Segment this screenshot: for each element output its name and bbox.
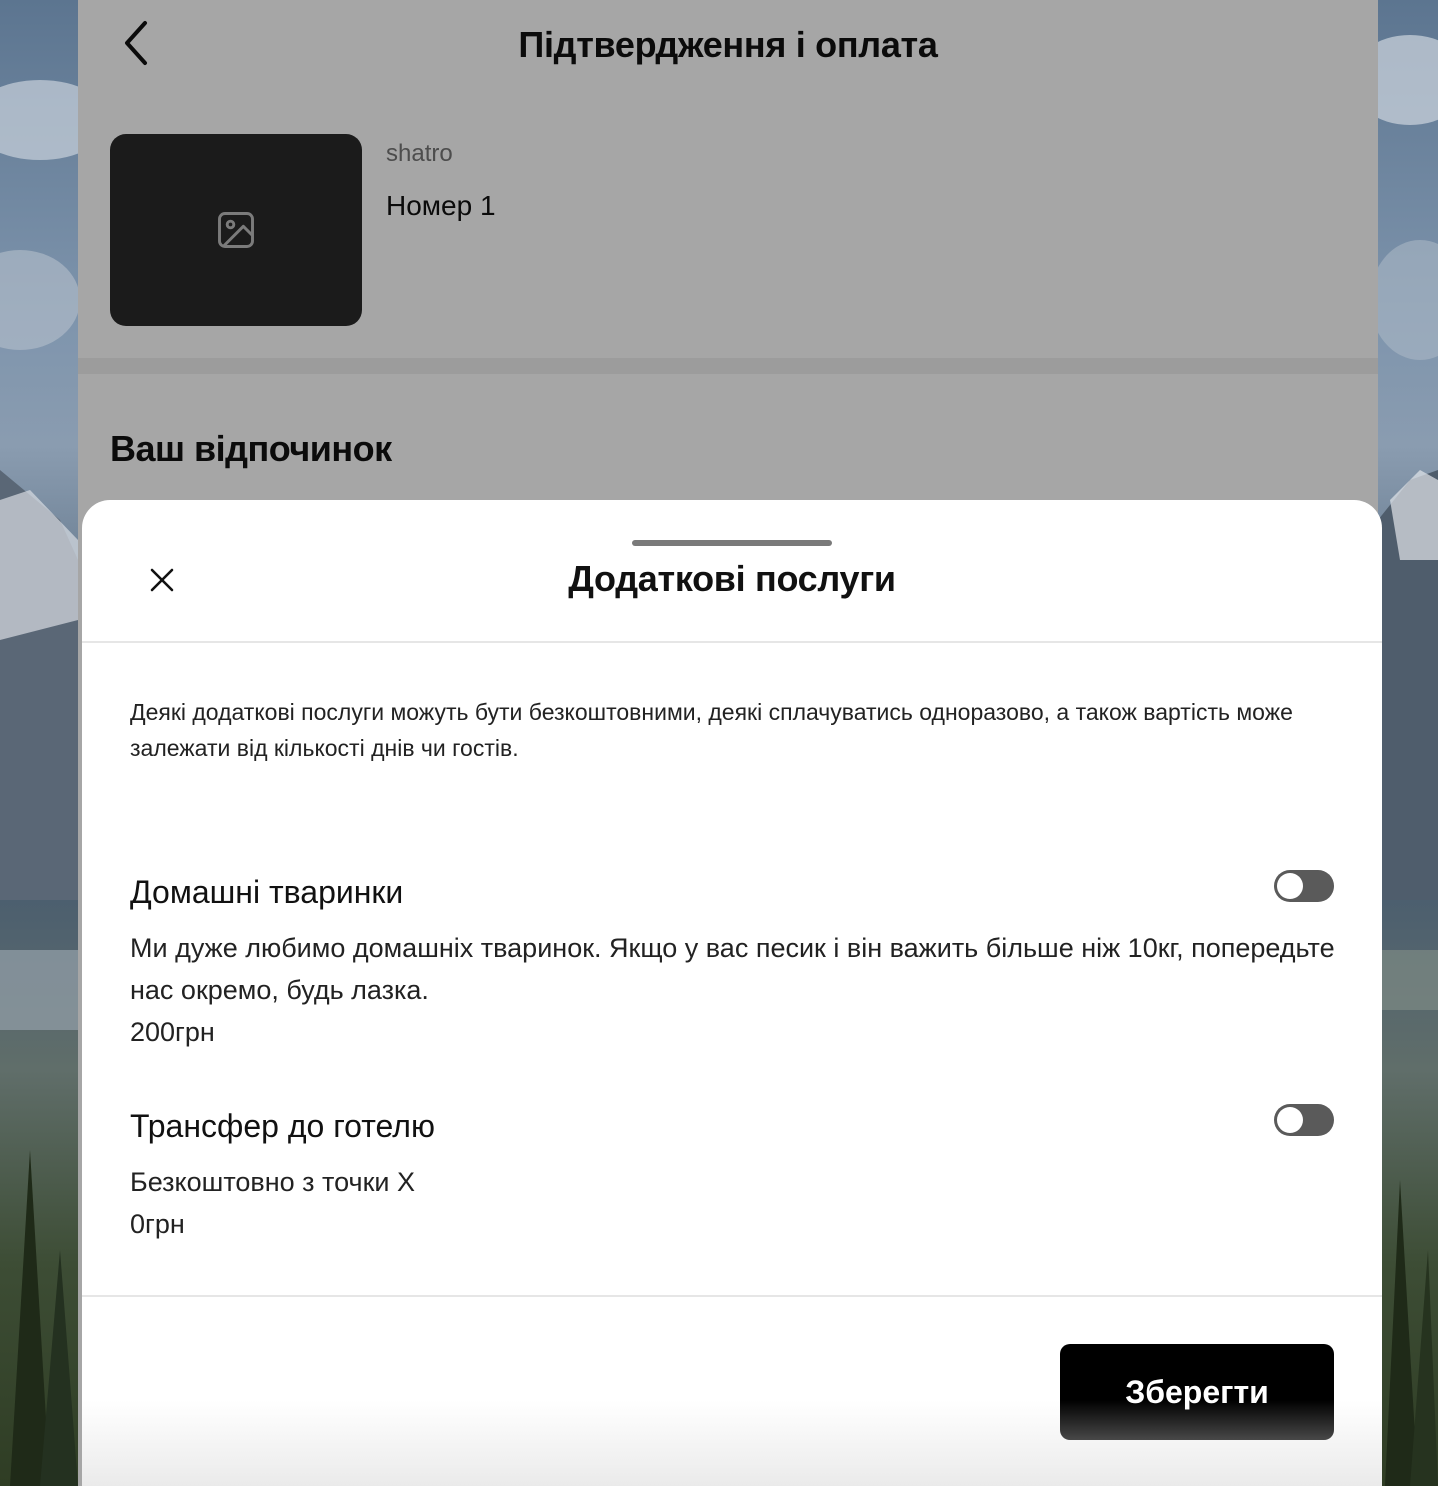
service-item-transfer: Трансфер до готелю Безкоштовно з точки X…: [130, 1108, 1340, 1245]
toggle-knob: [1277, 1107, 1303, 1133]
service-description: Безкоштовно з точки X: [130, 1167, 416, 1197]
sheet-header-divider: [82, 641, 1382, 643]
additional-services-sheet: Додаткові послуги Деякі додаткові послуг…: [82, 500, 1382, 1486]
sheet-footer-divider: [82, 1295, 1382, 1297]
toggle-knob: [1277, 873, 1303, 899]
pets-toggle[interactable]: [1274, 870, 1334, 902]
sheet-title: Додаткові послуги: [568, 558, 896, 599]
services-intro-text: Деякі додаткові послуги можуть бути безк…: [130, 699, 1293, 761]
service-item-pets: Домашні тваринки Ми дуже любимо домашніх…: [130, 874, 1340, 1053]
service-name: Трансфер до готелю: [130, 1108, 435, 1144]
service-description: Ми дуже любимо домашніх тваринок. Якщо у…: [130, 933, 1335, 1005]
save-button[interactable]: Зберегти: [1060, 1344, 1334, 1440]
transfer-toggle[interactable]: [1274, 1104, 1334, 1136]
sheet-grabber[interactable]: [632, 540, 832, 546]
service-price: 0грн: [130, 1209, 185, 1239]
service-price: 200грн: [130, 1017, 215, 1047]
service-name: Домашні тваринки: [130, 874, 404, 910]
